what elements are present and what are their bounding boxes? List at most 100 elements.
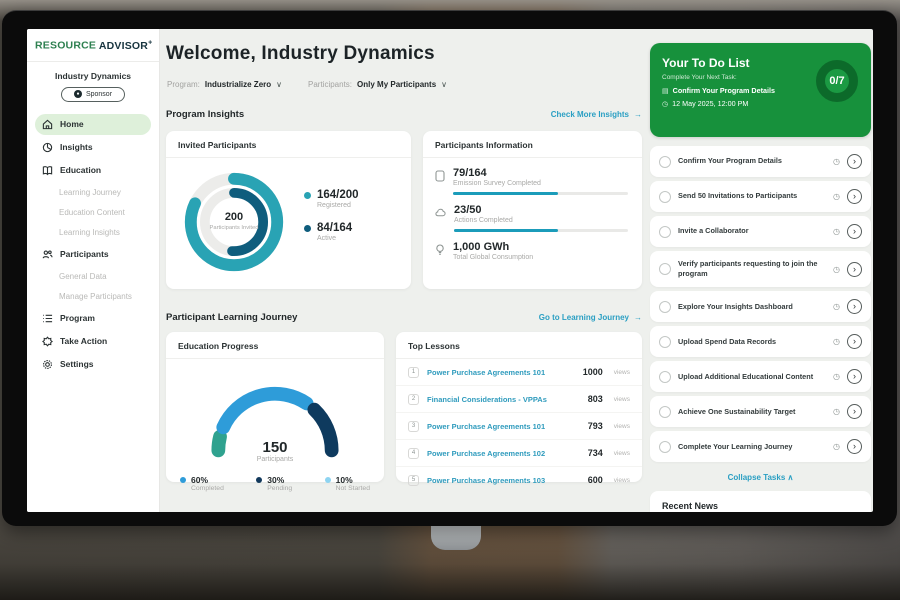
sidebar-item-learning-insights[interactable]: Learning Insights bbox=[35, 223, 151, 242]
chevron-right-button[interactable]: › bbox=[847, 154, 862, 169]
task-checkbox[interactable] bbox=[659, 226, 671, 238]
lesson-row: 5 Power Purchase Agreements 103 600 view… bbox=[396, 467, 642, 493]
sidebar-item-education[interactable]: Education bbox=[35, 160, 151, 181]
gauge-center-value: 150 bbox=[190, 439, 360, 456]
task-row-send-invitations[interactable]: Send 50 Invitations to Participants ◷ › bbox=[650, 181, 871, 212]
todo-header-card: Your To Do List Complete Your Next Task:… bbox=[650, 43, 871, 137]
app-logo: RESOURCE ADVISOR+ bbox=[35, 39, 151, 52]
sidebar-item-learning-journey[interactable]: Learning Journey bbox=[35, 183, 151, 202]
sidebar-item-education-content[interactable]: Education Content bbox=[35, 203, 151, 222]
people-icon bbox=[42, 249, 53, 260]
chevron-right-button[interactable]: › bbox=[847, 189, 862, 204]
todo-counter: 0/7 bbox=[829, 75, 844, 87]
task-row-explore-insights[interactable]: Explore Your Insights Dashboard ◷ › bbox=[650, 291, 871, 322]
chevron-right-button[interactable]: › bbox=[847, 404, 862, 419]
sidebar-item-program[interactable]: Program bbox=[35, 308, 151, 329]
education-progress-card: Education Progress 150 Participants bbox=[166, 332, 384, 482]
lesson-row: 1 Power Purchase Agreements 101 1000 vie… bbox=[396, 359, 642, 386]
sponsor-label: Sponsor bbox=[86, 91, 112, 98]
sidebar-item-take-action[interactable]: Take Action bbox=[35, 331, 151, 352]
main-content: Welcome, Industry Dynamics Program: Indu… bbox=[166, 29, 642, 512]
lesson-link[interactable]: Power Purchase Agreements 101 bbox=[427, 368, 575, 377]
sidebar-item-participants[interactable]: Participants bbox=[35, 244, 151, 265]
sidebar-item-general-data[interactable]: General Data bbox=[35, 267, 151, 286]
legend-item: 84/164 Active bbox=[304, 222, 359, 242]
clock-icon: ◷ bbox=[833, 442, 840, 451]
legend-item: 164/200 Registered bbox=[304, 189, 359, 209]
task-checkbox[interactable] bbox=[659, 301, 671, 313]
sidebar-item-label: Insights bbox=[60, 142, 93, 152]
todo-task-list: Confirm Your Program Details ◷ › Send 50… bbox=[650, 146, 871, 462]
lesson-link[interactable]: Financial Considerations - VPPAs bbox=[427, 395, 580, 404]
legend-dot bbox=[256, 477, 262, 483]
donut-center-value: 200 bbox=[225, 211, 243, 223]
todo-progress-ring: 0/7 bbox=[816, 60, 858, 102]
sidebar-item-label: Take Action bbox=[60, 336, 107, 346]
learning-journey-header: Participant Learning Journey Go to Learn… bbox=[166, 312, 642, 323]
task-checkbox[interactable] bbox=[659, 441, 671, 453]
chevron-right-button[interactable]: › bbox=[847, 224, 862, 239]
progress-track bbox=[453, 192, 628, 195]
task-checkbox[interactable] bbox=[659, 191, 671, 203]
gauge-legend: 60%Completed 30%Pending 10%Not Started bbox=[166, 463, 384, 492]
org-name: Industry Dynamics bbox=[35, 71, 151, 81]
sidebar-item-settings[interactable]: Settings bbox=[35, 354, 151, 375]
donut-center-label: Participants Invited bbox=[209, 225, 259, 233]
donut-legend: 164/200 Registered 84/164 Active bbox=[304, 189, 359, 255]
card-title: Education Progress bbox=[166, 332, 384, 358]
chevron-up-icon: ∧ bbox=[788, 473, 794, 482]
go-to-learning-journey-link[interactable]: Go to Learning Journey → bbox=[539, 313, 642, 322]
divider bbox=[27, 61, 159, 62]
sidebar-item-label: Settings bbox=[60, 359, 94, 369]
card-title: Participants Information bbox=[423, 131, 642, 157]
lesson-link[interactable]: Power Purchase Agreements 103 bbox=[427, 476, 580, 485]
chevron-down-icon: ∨ bbox=[441, 80, 447, 89]
dashboard-screen: RESOURCE ADVISOR+ Industry Dynamics ● Sp… bbox=[27, 29, 873, 512]
chevron-right-button[interactable]: › bbox=[847, 439, 862, 454]
gauge-segment-completed bbox=[223, 394, 306, 428]
lesson-link[interactable]: Power Purchase Agreements 101 bbox=[427, 422, 580, 431]
chevron-right-button[interactable]: › bbox=[847, 262, 862, 277]
check-more-insights-link[interactable]: Check More Insights → bbox=[551, 110, 642, 119]
consumption-icon bbox=[435, 244, 445, 256]
task-row-confirm-program[interactable]: Confirm Your Program Details ◷ › bbox=[650, 146, 871, 177]
book-icon bbox=[42, 165, 53, 176]
task-row-complete-learning-journey[interactable]: Complete Your Learning Journey ◷ › bbox=[650, 431, 871, 462]
clock-icon: ◷ bbox=[833, 302, 840, 311]
participants-select[interactable]: Participants: Only My Participants ∨ bbox=[308, 80, 447, 89]
sidebar: RESOURCE ADVISOR+ Industry Dynamics ● Sp… bbox=[27, 29, 160, 512]
sidebar-item-insights[interactable]: Insights bbox=[35, 137, 151, 158]
lesson-row: 3 Power Purchase Agreements 101 793 view… bbox=[396, 413, 642, 440]
gear-icon bbox=[42, 359, 53, 370]
task-checkbox[interactable] bbox=[659, 263, 671, 275]
insights-icon bbox=[42, 142, 53, 153]
lesson-link[interactable]: Power Purchase Agreements 102 bbox=[427, 449, 580, 458]
collapse-tasks-link[interactable]: Collapse Tasks ∧ bbox=[650, 466, 871, 491]
invited-participants-card: Invited Participants 200 Participants In… bbox=[166, 131, 411, 289]
clipboard-icon: ▤ bbox=[662, 87, 669, 95]
task-checkbox[interactable] bbox=[659, 371, 671, 383]
participants-information-card: Participants Information 79/164 Emission… bbox=[423, 131, 642, 289]
task-checkbox[interactable] bbox=[659, 406, 671, 418]
task-row-upload-spend-data[interactable]: Upload Spend Data Records ◷ › bbox=[650, 326, 871, 357]
task-row-achieve-target[interactable]: Achieve One Sustainability Target ◷ › bbox=[650, 396, 871, 427]
chevron-right-button[interactable]: › bbox=[847, 334, 862, 349]
task-checkbox[interactable] bbox=[659, 336, 671, 348]
take-action-icon bbox=[42, 336, 53, 347]
chevron-right-button[interactable]: › bbox=[847, 299, 862, 314]
sidebar-item-manage-participants[interactable]: Manage Participants bbox=[35, 287, 151, 306]
task-row-invite-collaborator[interactable]: Invite a Collaborator ◷ › bbox=[650, 216, 871, 247]
clock-icon: ◷ bbox=[662, 100, 668, 108]
clock-icon: ◷ bbox=[833, 192, 840, 201]
task-row-upload-educational-content[interactable]: Upload Additional Educational Content ◷ … bbox=[650, 361, 871, 392]
program-select[interactable]: Program: Industrialize Zero ∨ bbox=[167, 80, 282, 89]
lesson-row: 2 Financial Considerations - VPPAs 803 v… bbox=[396, 386, 642, 413]
chevron-right-button[interactable]: › bbox=[847, 369, 862, 384]
task-row-verify-participants[interactable]: Verify participants requesting to join t… bbox=[650, 251, 871, 287]
page-title: Welcome, Industry Dynamics bbox=[166, 43, 435, 65]
stat-row: 79/164 Emission Survey Completed bbox=[423, 158, 642, 195]
sidebar-item-home[interactable]: Home bbox=[35, 114, 151, 135]
rank-badge: 2 bbox=[408, 394, 419, 405]
monitor-bezel: RESOURCE ADVISOR+ Industry Dynamics ● Sp… bbox=[2, 10, 897, 526]
task-checkbox[interactable] bbox=[659, 156, 671, 168]
